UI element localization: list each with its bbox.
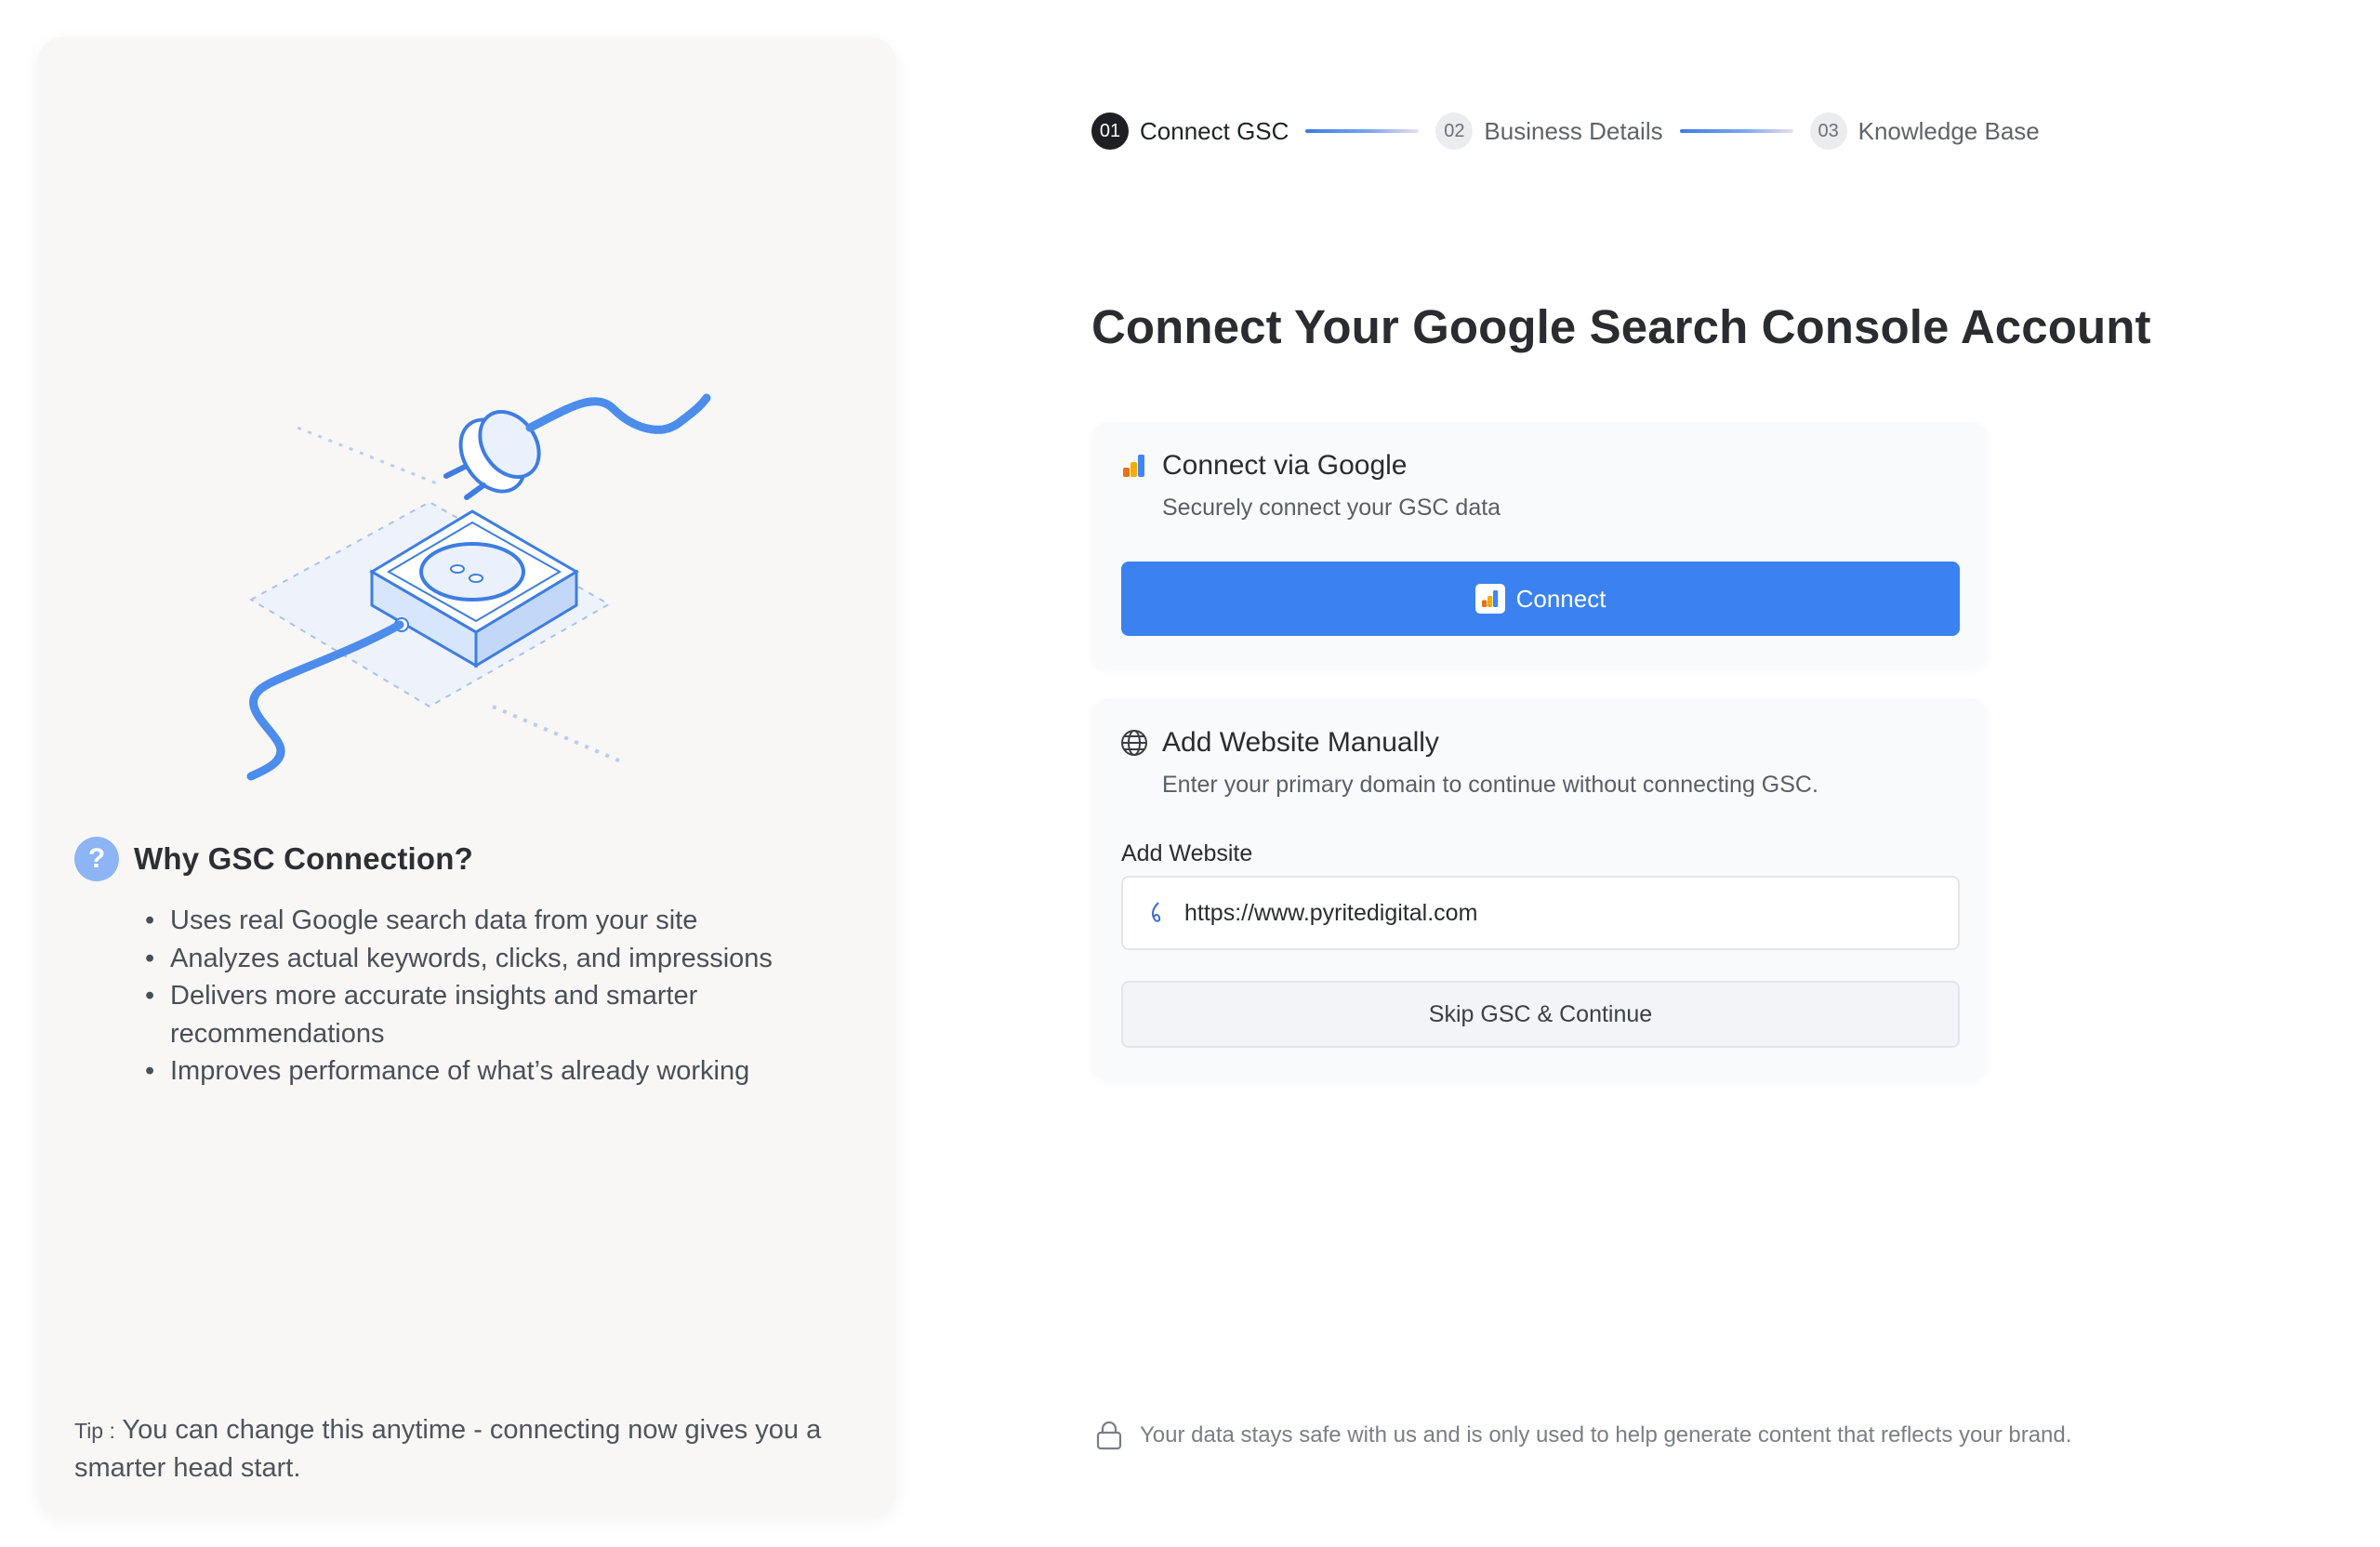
why-list: Uses real Google search data from your s… [145, 902, 855, 1091]
step-number: 03 [1809, 112, 1847, 150]
add-website-card: Add Website Manually Enter your primary … [1091, 699, 1988, 1080]
list-item: Uses real Google search data from your s… [145, 902, 855, 940]
step-connector [1679, 129, 1793, 133]
globe-icon [1121, 730, 1147, 756]
step-label: Knowledge Base [1858, 116, 2040, 145]
privacy-text: Your data stays safe with us and is only… [1140, 1422, 2072, 1448]
step-number: 02 [1435, 112, 1474, 150]
step-label: Business Details [1484, 116, 1663, 145]
connect-button-label: Connect [1515, 584, 1606, 613]
step-connect-gsc[interactable]: 01 Connect GSC [1091, 112, 1289, 150]
connect-button[interactable]: Connect [1121, 562, 1960, 636]
list-item: Delivers more accurate insights and smar… [145, 977, 765, 1052]
analytics-icon [1123, 455, 1144, 477]
page-title: Connect Your Google Search Console Accou… [1091, 300, 2151, 353]
card-subtitle: Enter your primary domain to continue wi… [1162, 772, 1818, 798]
plug-socket-illustration [246, 393, 711, 781]
connect-google-card: Connect via Google Securely connect your… [1091, 422, 1988, 669]
analytics-icon [1474, 584, 1505, 614]
step-knowledge-base[interactable]: 03 Knowledge Base [1809, 112, 2040, 150]
card-title: Add Website Manually [1162, 727, 1439, 758]
step-business-details[interactable]: 02 Business Details [1435, 112, 1663, 150]
website-field[interactable] [1121, 876, 1960, 950]
why-title: Why GSC Connection? [134, 841, 473, 876]
progress-stepper: 01 Connect GSC 02 Business Details 03 Kn… [1091, 112, 2040, 151]
question-icon: ? [74, 837, 119, 881]
step-number: 01 [1091, 112, 1129, 150]
lock-icon [1096, 1421, 1122, 1450]
info-panel: ? Why GSC Connection? Uses real Google s… [37, 37, 896, 1517]
why-gsc-section: ? Why GSC Connection? Uses real Google s… [74, 837, 855, 1091]
add-website-label: Add Website [1121, 840, 1253, 866]
card-title: Connect via Google [1162, 450, 1408, 481]
website-input[interactable] [1184, 899, 1928, 927]
list-item: Improves performance of what’s already w… [145, 1052, 855, 1091]
step-label: Connect GSC [1140, 116, 1289, 145]
tip-body: You can change this anytime - connecting… [74, 1415, 822, 1483]
privacy-note: Your data stays safe with us and is only… [1095, 1421, 2071, 1450]
skip-gsc-button[interactable]: Skip GSC & Continue [1121, 981, 1960, 1048]
tip-label: Tip : [74, 1419, 115, 1443]
step-connector [1305, 129, 1420, 133]
list-item: Analyzes actual keywords, clicks, and im… [145, 940, 855, 978]
site-favicon-icon [1151, 902, 1161, 922]
card-subtitle: Securely connect your GSC data [1162, 495, 1501, 521]
tip-text: Tip : You can change this anytime - conn… [74, 1411, 855, 1487]
